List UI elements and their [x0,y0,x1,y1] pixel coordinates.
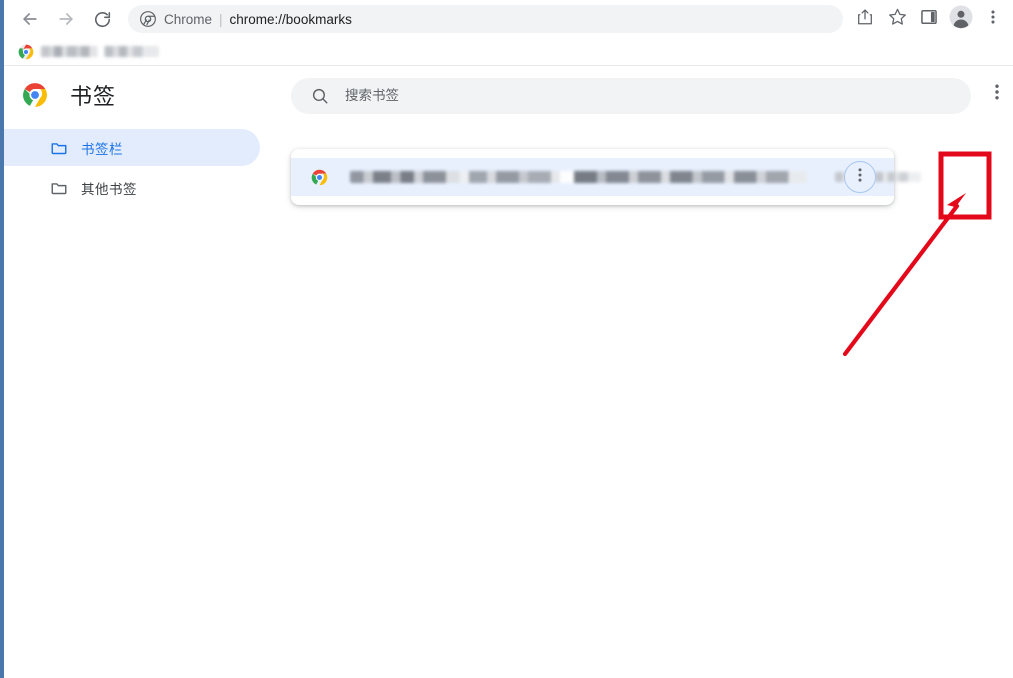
omnibox-separator: | [219,11,223,27]
sidebar-item-label: 书签栏 [81,141,123,158]
side-panel-icon [920,8,938,31]
chrome-favicon-icon [311,169,328,186]
omnibox-chip-label: Chrome [164,11,213,27]
bookmark-list-card [291,149,921,205]
reload-button[interactable] [88,5,116,33]
chrome-favicon-icon [18,44,34,60]
bookmarks-bar-item[interactable] [12,41,165,63]
share-button[interactable] [851,5,879,33]
browser-menu-button[interactable] [979,5,1007,33]
folder-icon [50,139,68,157]
bookmark-folder-sidebar: 书签栏 其他书签 [4,129,260,209]
browser-toolbar: Chrome | chrome://bookmarks [4,0,1013,38]
three-dot-menu-icon [985,9,1001,30]
search-bookmarks-field[interactable] [291,78,971,114]
back-arrow-icon [20,9,40,29]
bookmark-row[interactable] [291,158,921,196]
reload-icon [93,10,112,29]
side-panel-button[interactable] [915,5,943,33]
forward-arrow-icon [56,9,76,29]
omnibox-url-text: chrome://bookmarks [229,11,352,27]
bookmark-star-button[interactable] [883,5,911,33]
page-title: 书签 [70,85,117,110]
address-bar[interactable]: Chrome | chrome://bookmarks [128,5,843,33]
star-icon [888,7,907,31]
folder-icon [50,179,68,197]
bookmarks-bar-item-label-redacted [41,46,159,57]
share-icon [856,8,874,31]
three-dot-menu-icon [853,167,867,188]
bookmarks-bar [4,38,1013,66]
bookmark-manager-menu-button[interactable] [984,81,1010,107]
chrome-logo-icon [22,82,48,108]
three-dot-menu-icon [989,83,1005,106]
avatar-icon [949,5,973,34]
window-left-edge [0,0,4,678]
bookmark-manager-page: 书签 书签栏 [4,67,1013,678]
search-input[interactable] [343,87,907,105]
sidebar-item-label: 其他书签 [81,181,137,198]
forward-button[interactable] [52,5,80,33]
profile-button[interactable] [947,5,975,33]
bookmark-title-redacted [350,171,807,183]
sidebar-item-bookmarks-bar[interactable]: 书签栏 [4,129,260,166]
back-button[interactable] [16,5,44,33]
sidebar-item-other-bookmarks[interactable]: 其他书签 [4,169,260,206]
search-icon [311,87,329,105]
chrome-badge-icon [140,11,156,27]
bookmark-row-menu-button[interactable] [844,161,876,193]
